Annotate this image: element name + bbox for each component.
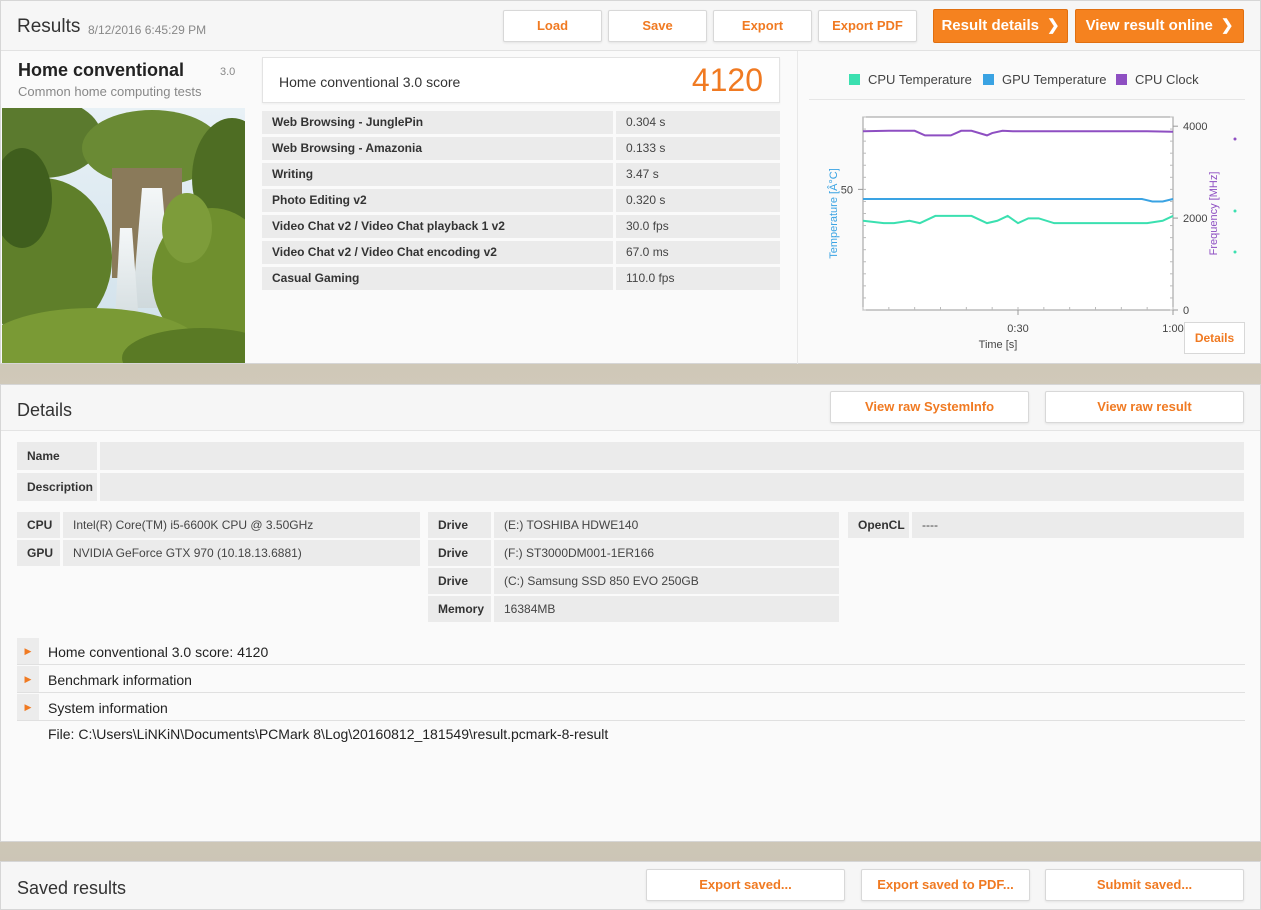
y-right-axis-title: Frequency [MHz] bbox=[1208, 172, 1220, 256]
test-value: 110.0 fps bbox=[616, 267, 780, 290]
expand-arrow-icon[interactable]: ▶ bbox=[17, 638, 39, 664]
series-end-marker bbox=[1233, 137, 1237, 141]
benchmark-version: 3.0 bbox=[220, 66, 236, 78]
x-tick-label: 0:30 bbox=[1007, 323, 1028, 335]
cpu-label: CPU bbox=[17, 512, 60, 538]
expander-score[interactable]: ▶ Home conventional 3.0 score: 4120 bbox=[17, 638, 1245, 665]
legend-swatch bbox=[849, 74, 860, 85]
legend-swatch bbox=[983, 74, 994, 85]
details-header: Details View raw SystemInfo View raw res… bbox=[1, 385, 1260, 431]
y-left-axis-title: Temperature [Â°C] bbox=[827, 168, 840, 259]
drive-label: Drive bbox=[428, 512, 491, 538]
test-name: Web Browsing - Amazonia bbox=[262, 137, 613, 160]
x-axis-title: Time [s] bbox=[979, 339, 1018, 351]
drive-label: Drive bbox=[428, 540, 491, 566]
test-name: Web Browsing - JunglePin bbox=[262, 111, 613, 134]
opencl-label: OpenCL bbox=[848, 512, 909, 538]
test-name: Video Chat v2 / Video Chat playback 1 v2 bbox=[262, 215, 613, 238]
chevron-right-icon: ❯ bbox=[1046, 17, 1060, 34]
drive-value: (E:) TOSHIBA HDWE140 bbox=[494, 512, 839, 538]
results-panel: Results 8/12/2016 6:45:29 PM Load Save E… bbox=[0, 0, 1261, 364]
results-title: Results bbox=[17, 16, 81, 37]
load-button[interactable]: Load bbox=[503, 10, 602, 42]
view-result-online-label: View result online bbox=[1085, 17, 1213, 34]
expand-arrow-icon[interactable]: ▶ bbox=[17, 694, 39, 720]
legend-divider bbox=[809, 99, 1245, 100]
y-right-tick-label: 2000 bbox=[1183, 213, 1207, 225]
legend-label: CPU Temperature bbox=[868, 72, 972, 87]
expander-label: Home conventional 3.0 score: 4120 bbox=[48, 644, 269, 660]
memory-label: Memory bbox=[428, 596, 491, 622]
results-header: Results 8/12/2016 6:45:29 PM Load Save E… bbox=[1, 1, 1260, 51]
series-end-marker bbox=[1233, 250, 1237, 254]
benchmark-subtitle: Common home computing tests bbox=[18, 84, 202, 99]
expander-label: System information bbox=[48, 700, 168, 716]
result-file-path: File: C:\Users\LiNKiN\Documents\PCMark 8… bbox=[48, 726, 609, 742]
export-pdf-button[interactable]: Export PDF bbox=[818, 10, 917, 42]
test-value: 0.320 s bbox=[616, 189, 780, 212]
expander-system-information[interactable]: ▶ System information bbox=[17, 694, 1245, 721]
drive-value: (F:) ST3000DM001-1ER166 bbox=[494, 540, 839, 566]
result-details-label: Result details bbox=[941, 17, 1039, 34]
test-value: 0.304 s bbox=[616, 111, 780, 134]
details-panel: Details View raw SystemInfo View raw res… bbox=[0, 384, 1261, 842]
results-date: 8/12/2016 6:45:29 PM bbox=[88, 23, 207, 37]
drive-label: Drive bbox=[428, 568, 491, 594]
benchmark-image bbox=[2, 108, 245, 363]
chevron-right-icon: ❯ bbox=[1220, 17, 1234, 34]
sensor-chart: 50 4000 2000 0 0:30 1:00 Time [s] Temperature [… bbox=[827, 116, 1237, 351]
description-value[interactable] bbox=[100, 473, 1244, 501]
view-raw-result-button[interactable]: View raw result bbox=[1045, 391, 1244, 423]
expander-label: Benchmark information bbox=[48, 672, 192, 688]
result-details-button[interactable]: Result details ❯ bbox=[933, 9, 1068, 43]
saved-results-title: Saved results bbox=[17, 878, 127, 898]
chart-details-button[interactable]: Details bbox=[1184, 322, 1245, 354]
description-label: Description bbox=[17, 473, 97, 501]
test-name: Writing bbox=[262, 163, 613, 186]
opencl-value: ---- bbox=[912, 512, 1244, 538]
name-value[interactable] bbox=[100, 442, 1244, 470]
legend-gpu-temp: GPU Temperature bbox=[983, 72, 1107, 87]
gpu-label: GPU bbox=[17, 540, 60, 566]
y-left-tick-label: 50 bbox=[841, 184, 853, 196]
test-value: 3.47 s bbox=[616, 163, 780, 186]
test-value: 30.0 fps bbox=[616, 215, 780, 238]
save-button[interactable]: Save bbox=[608, 10, 707, 42]
y-right-tick-label: 0 bbox=[1183, 305, 1189, 317]
series-end-marker bbox=[1233, 209, 1237, 213]
score-label: Home conventional 3.0 score bbox=[279, 74, 461, 90]
export-saved-pdf-button[interactable]: Export saved to PDF... bbox=[861, 869, 1030, 901]
view-result-online-button[interactable]: View result online ❯ bbox=[1075, 9, 1244, 43]
legend-cpu-temp: CPU Temperature bbox=[849, 72, 972, 87]
test-name: Casual Gaming bbox=[262, 267, 613, 290]
legend-label: GPU Temperature bbox=[1002, 72, 1107, 87]
test-value: 0.133 s bbox=[616, 137, 780, 160]
submit-saved-button[interactable]: Submit saved... bbox=[1045, 869, 1244, 901]
legend-cpu-clock: CPU Clock bbox=[1116, 72, 1199, 87]
legend-label: CPU Clock bbox=[1135, 72, 1199, 87]
y-right-tick-label: 4000 bbox=[1183, 121, 1207, 133]
saved-results-panel: Saved results Export saved... Export sav… bbox=[0, 861, 1261, 910]
test-name: Photo Editing v2 bbox=[262, 189, 613, 212]
gpu-value: NVIDIA GeForce GTX 970 (10.18.13.6881) bbox=[63, 540, 420, 566]
score-value: 4120 bbox=[691, 62, 763, 98]
details-title: Details bbox=[17, 400, 73, 420]
export-saved-button[interactable]: Export saved... bbox=[646, 869, 845, 901]
name-label: Name bbox=[17, 442, 97, 470]
expand-arrow-icon[interactable]: ▶ bbox=[17, 666, 39, 692]
x-tick-label: 1:00 bbox=[1162, 323, 1183, 335]
memory-value: 16384MB bbox=[494, 596, 839, 622]
expander-benchmark-information[interactable]: ▶ Benchmark information bbox=[17, 666, 1245, 693]
legend-swatch bbox=[1116, 74, 1127, 85]
cpu-value: Intel(R) Core(TM) i5-6600K CPU @ 3.50GHz bbox=[63, 512, 420, 538]
export-button[interactable]: Export bbox=[713, 10, 812, 42]
view-raw-sysinfo-button[interactable]: View raw SystemInfo bbox=[830, 391, 1029, 423]
score-box: Home conventional 3.0 score 4120 bbox=[262, 57, 780, 103]
plot-frame bbox=[862, 116, 1174, 311]
test-value: 67.0 ms bbox=[616, 241, 780, 264]
benchmark-name: Home conventional bbox=[18, 60, 185, 80]
test-name: Video Chat v2 / Video Chat encoding v2 bbox=[262, 241, 613, 264]
drive-value: (C:) Samsung SSD 850 EVO 250GB bbox=[494, 568, 839, 594]
